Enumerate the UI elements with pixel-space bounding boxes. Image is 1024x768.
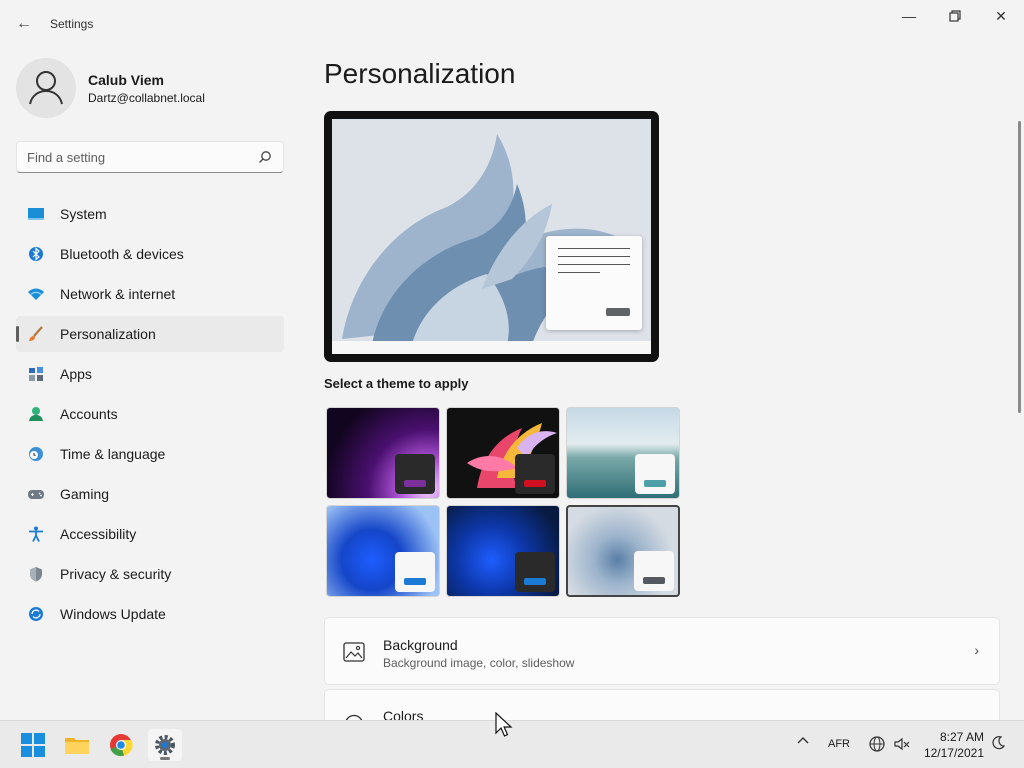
bluetooth-icon: [29, 247, 43, 261]
sidebar-item-label: Accessibility: [60, 526, 137, 542]
theme-option-windows-light[interactable]: [326, 505, 440, 597]
active-app-indicator: [160, 757, 170, 760]
gamepad-icon: [28, 490, 44, 499]
accent-swatch: [644, 480, 666, 487]
taskbar-settings[interactable]: [148, 729, 182, 761]
accessibility-icon: [29, 526, 43, 542]
preview-button: [606, 308, 630, 316]
language-indicator[interactable]: AFR: [828, 738, 850, 750]
sidebar-item-label: Accounts: [60, 406, 118, 422]
theme-chip: [634, 551, 674, 591]
sidebar-item-label: Gaming: [60, 486, 110, 502]
clock-date: 12/17/2021: [923, 746, 984, 760]
user-email: Dartz@collabnet.local: [88, 91, 205, 105]
theme-option-windows-dark[interactable]: [446, 505, 560, 597]
sidebar-item-network[interactable]: Network & internet: [16, 276, 284, 312]
sidebar-item-privacy[interactable]: Privacy & security: [16, 556, 284, 592]
accent-swatch: [643, 577, 665, 584]
user-name: Calub Viem: [88, 72, 164, 88]
accent-swatch: [404, 480, 426, 487]
shield-icon: [30, 567, 42, 582]
theme-preview: [324, 111, 659, 362]
theme-option-flow[interactable]: [566, 505, 680, 597]
theme-chip: [635, 454, 675, 494]
sidebar-item-label: Time & language: [60, 446, 166, 462]
sidebar-item-label: Privacy & security: [60, 566, 172, 582]
theme-option-captured-motion[interactable]: [446, 407, 560, 499]
chevron-up-icon[interactable]: [796, 734, 810, 751]
start-button[interactable]: [16, 729, 50, 761]
apps-icon: [29, 367, 43, 381]
back-arrow-icon[interactable]: ←: [14, 14, 34, 34]
theme-option-glow[interactable]: [326, 407, 440, 499]
app-title: Settings: [50, 17, 94, 31]
theme-chip: [395, 552, 435, 592]
sidebar-nav: System Bluetooth & devices Network & int…: [16, 196, 284, 636]
search-input[interactable]: Find a setting: [16, 141, 284, 173]
preview-taskbar: [332, 341, 651, 354]
sidebar-item-apps[interactable]: Apps: [16, 356, 284, 392]
preview-window: [546, 236, 642, 330]
accent-swatch: [524, 480, 546, 487]
card-subtitle: Background image, color, slideshow: [383, 656, 575, 670]
wifi-icon: [28, 288, 44, 300]
page-title: Personalization: [324, 58, 516, 89]
sidebar-item-gaming[interactable]: Gaming: [16, 476, 284, 512]
volume-muted-icon[interactable]: [893, 735, 911, 756]
accent-swatch: [524, 578, 546, 585]
image-icon: [343, 642, 365, 662]
theme-chip: [515, 552, 555, 592]
background-setting-card[interactable]: Background Background image, color, slid…: [324, 617, 1000, 685]
sidebar-item-label: Apps: [60, 366, 92, 382]
accent-swatch: [404, 578, 426, 585]
sidebar-item-accounts[interactable]: Accounts: [16, 396, 284, 432]
clock-time: 8:27 AM: [939, 730, 984, 744]
notification-moon-icon[interactable]: [990, 735, 1006, 754]
accounts-icon: [29, 407, 43, 421]
sidebar-item-personalization[interactable]: Personalization: [16, 316, 284, 352]
clock[interactable]: 8:27 AM 12/17/2021: [920, 729, 984, 761]
themes-heading: Select a theme to apply: [324, 376, 469, 391]
sidebar-item-label: Windows Update: [60, 606, 166, 622]
sidebar-item-bluetooth[interactable]: Bluetooth & devices: [16, 236, 284, 272]
card-title: Background: [383, 637, 458, 653]
preview-desktop: [332, 119, 651, 354]
start-icon: [21, 733, 45, 757]
mouse-cursor-icon: [495, 712, 513, 737]
main-content: Personalization Select a theme to apply …: [324, 0, 1000, 757]
sidebar-item-label: Personalization: [60, 326, 156, 342]
avatar: [16, 58, 76, 118]
search-placeholder: Find a setting: [27, 150, 106, 165]
sidebar-item-label: Network & internet: [60, 286, 176, 302]
network-globe-icon[interactable]: [868, 735, 886, 756]
taskbar-file-explorer[interactable]: [60, 729, 94, 761]
theme-chip: [395, 454, 435, 494]
chevron-right-icon: ›: [974, 642, 979, 658]
scrollbar[interactable]: [1018, 121, 1021, 413]
sidebar-item-label: Bluetooth & devices: [60, 246, 184, 262]
taskbar-chrome[interactable]: [104, 729, 138, 761]
update-icon: [29, 607, 43, 621]
sidebar-item-windows-update[interactable]: Windows Update: [16, 596, 284, 632]
brush-icon: [29, 326, 43, 341]
sidebar-item-system[interactable]: System: [16, 196, 284, 232]
clock-globe-icon: [29, 447, 43, 461]
sidebar-item-label: System: [60, 206, 107, 222]
theme-option-sunrise[interactable]: [566, 407, 680, 499]
sidebar-item-time-language[interactable]: Time & language: [16, 436, 284, 472]
system-icon: [28, 208, 44, 220]
sidebar-item-accessibility[interactable]: Accessibility: [16, 516, 284, 552]
theme-chip: [515, 454, 555, 494]
active-indicator: [16, 326, 19, 342]
settings-window: ← Settings — ✕ Calub Viem Dartz@collabne…: [0, 0, 1024, 757]
search-icon[interactable]: [257, 149, 273, 165]
user-icon: [29, 71, 63, 105]
file-explorer-icon: [65, 738, 89, 754]
chrome-icon: [110, 734, 133, 757]
